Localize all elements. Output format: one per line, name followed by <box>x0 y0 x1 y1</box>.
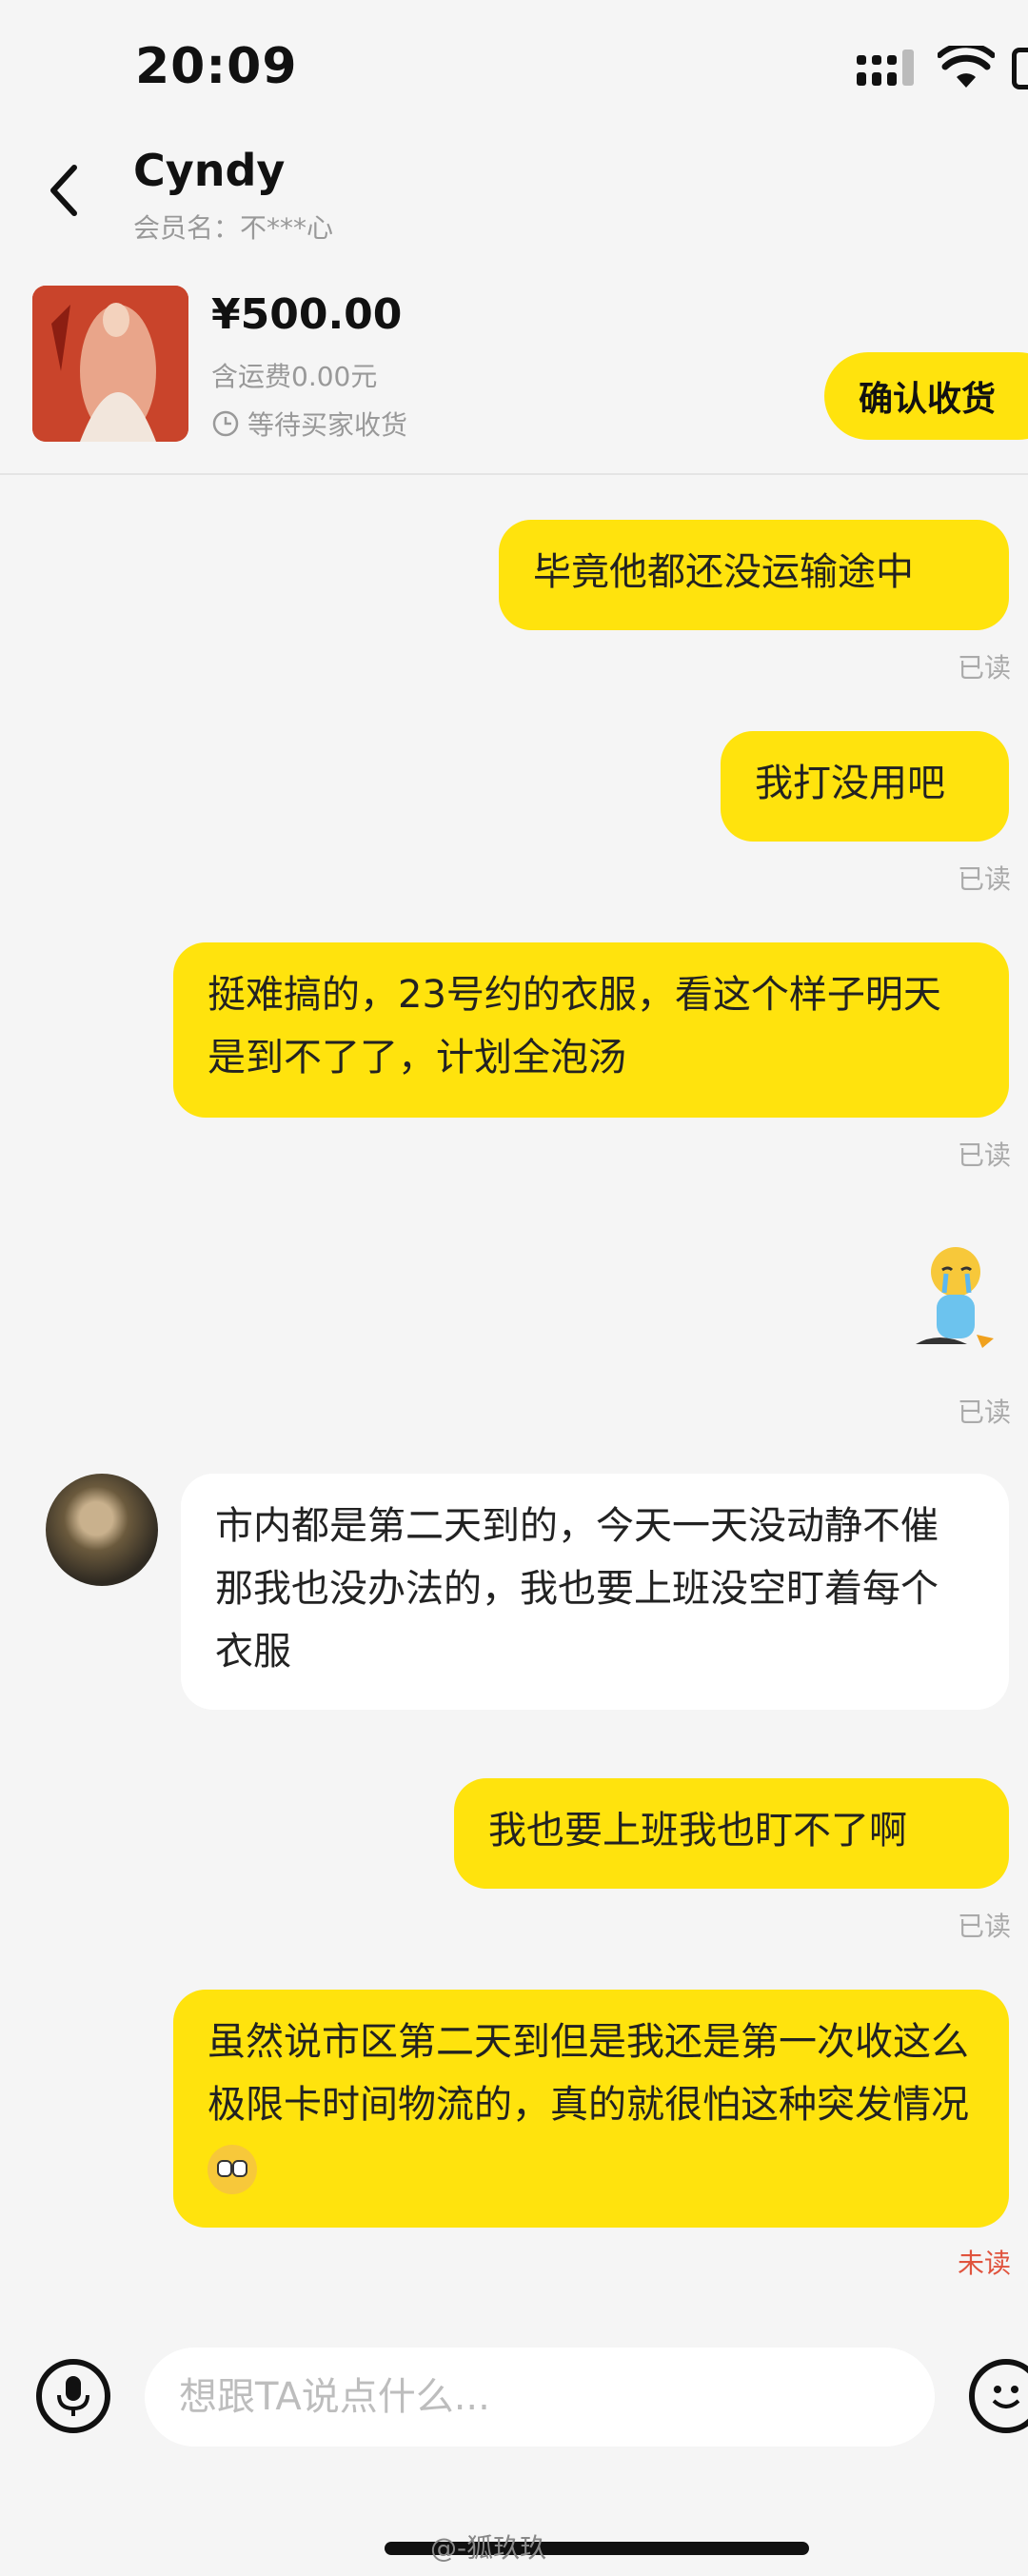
voice-button[interactable] <box>36 2359 110 2433</box>
smiley-icon <box>992 2386 1020 2408</box>
status-time: 20:09 <box>135 38 298 95</box>
unread-receipt: 未读 <box>957 2248 1011 2279</box>
wifi-icon <box>938 46 995 88</box>
battery-icon <box>1012 48 1028 89</box>
flushed-emoji-icon <box>208 2145 257 2194</box>
member-name: 会员名：不***心 <box>133 212 334 244</box>
avatar[interactable] <box>46 1474 158 1586</box>
product-image[interactable] <box>32 286 188 442</box>
message-bubble[interactable]: 挺难搞的，23号约的衣服，看这个样子明天是到不了了，计划全泡汤 <box>173 942 1009 1118</box>
read-receipt: 已读 <box>957 1139 1011 1171</box>
divider <box>0 473 1028 475</box>
message-bubble[interactable]: 市内都是第二天到的，今天一天没动静不催那我也没办法的，我也要上班没空盯着每个衣服 <box>181 1474 1009 1710</box>
message-bubble[interactable]: 我打没用吧 <box>721 731 1009 842</box>
crying-emoji-sticker[interactable] <box>910 1243 998 1356</box>
message-bubble[interactable]: 我也要上班我也盯不了啊 <box>454 1778 1009 1889</box>
read-receipt: 已读 <box>957 1911 1011 1942</box>
shipping-fee: 含运费0.00元 <box>211 361 378 392</box>
read-receipt: 已读 <box>957 863 1011 895</box>
order-status-label: 等待买家收货 <box>247 409 408 441</box>
clock-icon <box>212 410 239 437</box>
read-receipt: 已读 <box>957 652 1011 684</box>
signal-icon <box>857 50 914 86</box>
page-title: Cyndy <box>133 145 286 196</box>
message-bubble[interactable]: 毕竟他都还没运输途中 <box>499 520 1009 630</box>
watermark: @-狐玖玖 <box>430 2532 547 2564</box>
order-status: 等待买家收货 <box>211 405 407 443</box>
message-text: 虽然说市区第二天到但是我还是第一次收这么极限卡时间物流的，真的就很怕这种突发情况 <box>208 2020 969 2127</box>
confirm-receipt-button[interactable]: 确认收货 <box>824 352 1028 440</box>
message-bubble[interactable]: 虽然说市区第二天到但是我还是第一次收这么极限卡时间物流的，真的就很怕这种突发情况 <box>173 1990 1009 2228</box>
product-price: ¥500.00 <box>211 290 403 339</box>
read-receipt: 已读 <box>957 1397 1011 1428</box>
back-icon[interactable] <box>46 162 84 219</box>
emoji-button[interactable] <box>969 2359 1028 2433</box>
microphone-icon <box>57 2376 89 2416</box>
message-input[interactable] <box>145 2348 935 2447</box>
